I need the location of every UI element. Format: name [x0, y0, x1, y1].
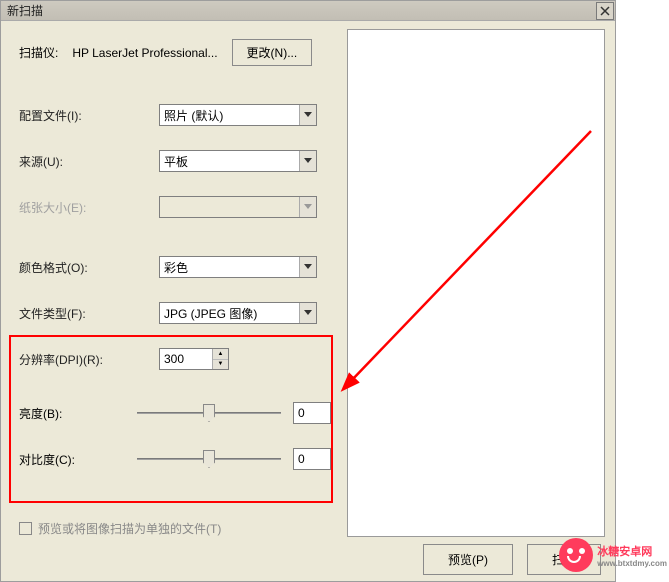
brightness-slider[interactable] [137, 402, 281, 424]
dpi-label: 分辨率(DPI)(R): [19, 351, 159, 368]
slider-thumb[interactable] [203, 404, 215, 422]
papersize-label: 纸张大小(E): [19, 199, 159, 216]
separate-files-checkbox [19, 522, 32, 535]
separate-files-label: 预览或将图像扫描为单独的文件(T) [38, 520, 221, 537]
scanner-row: 扫描仪: HP LaserJet Professional... 更改(N)..… [19, 39, 333, 66]
spinner-down-icon[interactable]: ▼ [213, 360, 228, 370]
contrast-row: 对比度(C): [19, 448, 333, 470]
chevron-down-icon [299, 257, 316, 277]
scan-dialog: 新扫描 扫描仪: HP LaserJet Professional... 更改(… [0, 0, 616, 582]
scanner-name: HP LaserJet Professional... [72, 46, 217, 60]
colorfmt-row: 颜色格式(O): 彩色 [19, 256, 333, 278]
colorfmt-value: 彩色 [164, 259, 188, 276]
source-label: 来源(U): [19, 153, 159, 170]
filetype-label: 文件类型(F): [19, 305, 159, 322]
change-scanner-button[interactable]: 更改(N)... [232, 39, 313, 66]
chevron-down-icon [299, 303, 316, 323]
brightness-input[interactable] [293, 402, 331, 424]
colorfmt-dropdown[interactable]: 彩色 [159, 256, 317, 278]
brightness-row: 亮度(B): [19, 402, 333, 424]
window-title: 新扫描 [7, 2, 43, 19]
source-dropdown[interactable]: 平板 [159, 150, 317, 172]
dpi-row: 分辨率(DPI)(R): 300 ▲ ▼ [19, 348, 333, 370]
dialog-content: 扫描仪: HP LaserJet Professional... 更改(N)..… [1, 21, 615, 549]
colorfmt-label: 颜色格式(O): [19, 259, 159, 276]
preview-canvas[interactable] [347, 29, 605, 537]
separate-files-row: 预览或将图像扫描为单独的文件(T) [19, 520, 333, 537]
chevron-down-icon [299, 105, 316, 125]
source-value: 平板 [164, 153, 188, 170]
source-row: 来源(U): 平板 [19, 150, 333, 172]
contrast-slider[interactable] [137, 448, 281, 470]
brightness-label: 亮度(B): [19, 405, 137, 422]
close-button[interactable] [596, 2, 614, 20]
papersize-row: 纸张大小(E): [19, 196, 333, 218]
contrast-label: 对比度(C): [19, 451, 137, 468]
dpi-spinner[interactable]: 300 ▲ ▼ [159, 348, 229, 370]
chevron-down-icon [299, 151, 316, 171]
settings-panel: 扫描仪: HP LaserJet Professional... 更改(N)..… [9, 29, 339, 541]
profile-value: 照片 (默认) [164, 107, 223, 124]
watermark-logo-icon [559, 538, 593, 572]
scanner-prefix: 扫描仪: [19, 44, 58, 61]
dpi-value: 300 [164, 352, 184, 366]
papersize-dropdown [159, 196, 317, 218]
filetype-row: 文件类型(F): JPG (JPEG 图像) [19, 302, 333, 324]
profile-row: 配置文件(I): 照片 (默认) [19, 104, 333, 126]
preview-pane [347, 29, 605, 541]
titlebar: 新扫描 [1, 1, 615, 21]
spinner-buttons[interactable]: ▲ ▼ [212, 349, 228, 369]
watermark-name: 冰糖安卓网 [597, 543, 652, 559]
watermark: 冰糖安卓网 www.btxtdmy.com [559, 538, 667, 572]
profile-label: 配置文件(I): [19, 107, 159, 124]
filetype-dropdown[interactable]: JPG (JPEG 图像) [159, 302, 317, 324]
preview-button[interactable]: 预览(P) [423, 544, 513, 575]
filetype-value: JPG (JPEG 图像) [164, 305, 257, 322]
spinner-up-icon[interactable]: ▲ [213, 349, 228, 360]
contrast-input[interactable] [293, 448, 331, 470]
watermark-url: www.btxtdmy.com [597, 559, 667, 568]
profile-dropdown[interactable]: 照片 (默认) [159, 104, 317, 126]
slider-thumb[interactable] [203, 450, 215, 468]
chevron-down-icon [299, 197, 316, 217]
